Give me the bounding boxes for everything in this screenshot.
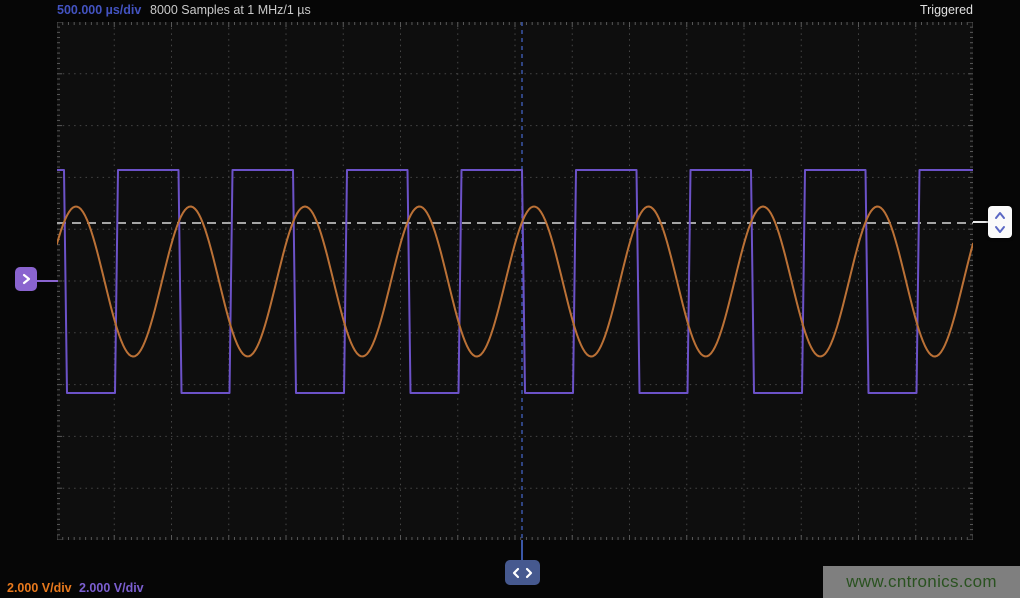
chevron-up-icon [993,210,1007,222]
status-bar: 500.000 µs/div 8000 Samples at 1 MHz/1 µ… [0,0,1020,22]
chevron-right-icon [19,272,33,286]
chevron-left-icon [511,566,521,580]
trigger-position-connector-line [521,540,523,560]
chevron-down-icon [993,223,1007,235]
trigger-level-button[interactable] [988,206,1012,238]
scope-plot[interactable] [57,22,973,540]
watermark: www.cntronics.com [823,566,1020,598]
channel2-offset-marker[interactable] [15,267,37,291]
channel1-scale-label: 2.000 V/div [7,581,72,595]
samples-info-label: 8000 Samples at 1 MHz/1 µs [150,3,311,17]
chevron-right-icon [524,566,534,580]
watermark-text: www.cntronics.com [846,572,997,592]
channel2-offset-line [37,280,58,282]
waveform-canvas [57,22,973,540]
trigger-level-connector-line [973,221,988,223]
trigger-status-label: Triggered [920,3,973,17]
trigger-position-button[interactable] [505,560,540,585]
timebase-label: 500.000 µs/div [57,3,141,17]
channel2-scale-label: 2.000 V/div [79,581,144,595]
